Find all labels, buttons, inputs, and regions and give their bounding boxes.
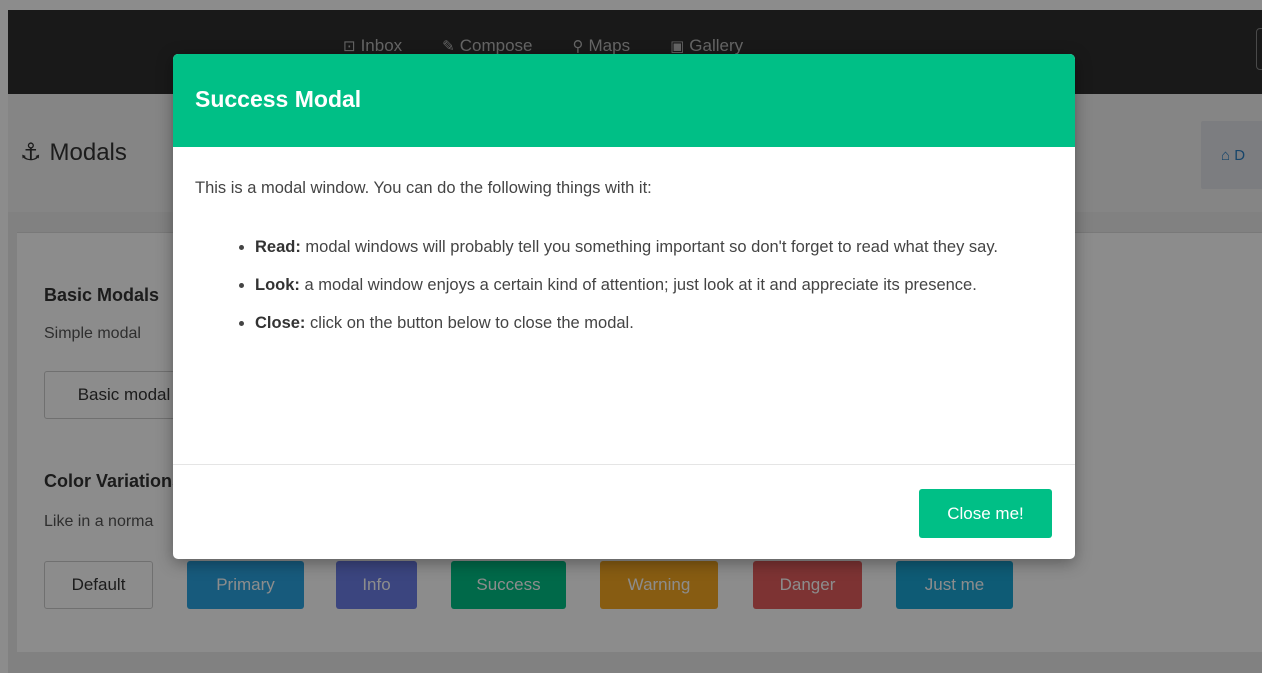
list-item-term: Look: [255,276,300,294]
close-modal-button[interactable]: Close me! [919,489,1052,538]
list-item-term: Close: [255,314,306,332]
modal-title: Success Modal [195,86,362,112]
list-item: Read: modal windows will probably tell y… [255,228,1053,266]
modal-header: Success Modal [173,54,1075,147]
list-item-text: click on the button below to close the m… [305,314,634,332]
modal-list: Read: modal windows will probably tell y… [195,228,1053,342]
list-item-text: a modal window enjoys a certain kind of … [299,276,977,294]
list-item-term: Read: [255,238,301,256]
list-item: Close: click on the button below to clos… [255,304,1053,342]
modal-intro: This is a modal window. You can do the f… [195,179,652,197]
modal-footer: Close me! [173,464,1075,559]
list-item-text: modal windows will probably tell you som… [300,238,998,256]
list-item: Look: a modal window enjoys a certain ki… [255,266,1053,304]
modal-body: This is a modal window. You can do the f… [173,147,1075,464]
success-modal: Success Modal This is a modal window. Yo… [173,54,1075,559]
